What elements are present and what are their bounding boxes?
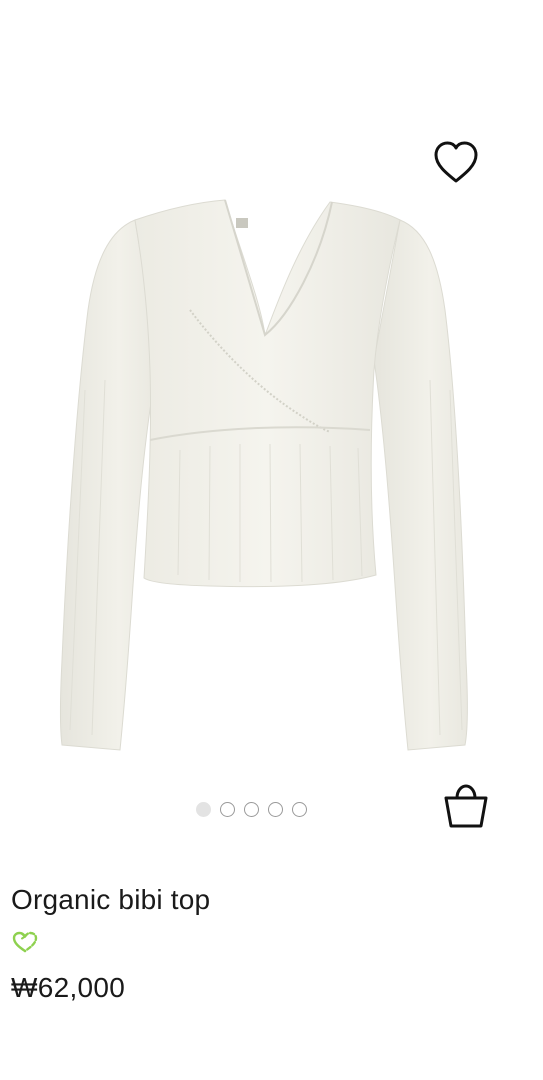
product-price: ₩62,000 xyxy=(11,972,126,1003)
carousel-dot[interactable] xyxy=(268,802,283,817)
carousel-dot[interactable] xyxy=(292,802,307,817)
heart-outline-icon xyxy=(434,141,478,183)
image-carousel-indicators xyxy=(196,802,307,820)
product-image-area[interactable] xyxy=(0,0,543,850)
shopping-bag-icon xyxy=(444,784,488,828)
carousel-dot[interactable] xyxy=(220,802,235,817)
recycle-heart-icon xyxy=(12,931,38,953)
product-card[interactable]: Organic bibi top ₩62,000 xyxy=(0,0,543,1080)
add-to-cart-button[interactable] xyxy=(438,780,494,836)
product-image[interactable] xyxy=(40,190,500,780)
wishlist-button[interactable] xyxy=(428,135,484,191)
carousel-dot[interactable] xyxy=(196,802,211,817)
product-name[interactable]: Organic bibi top xyxy=(11,884,210,916)
carousel-dot[interactable] xyxy=(244,802,259,817)
